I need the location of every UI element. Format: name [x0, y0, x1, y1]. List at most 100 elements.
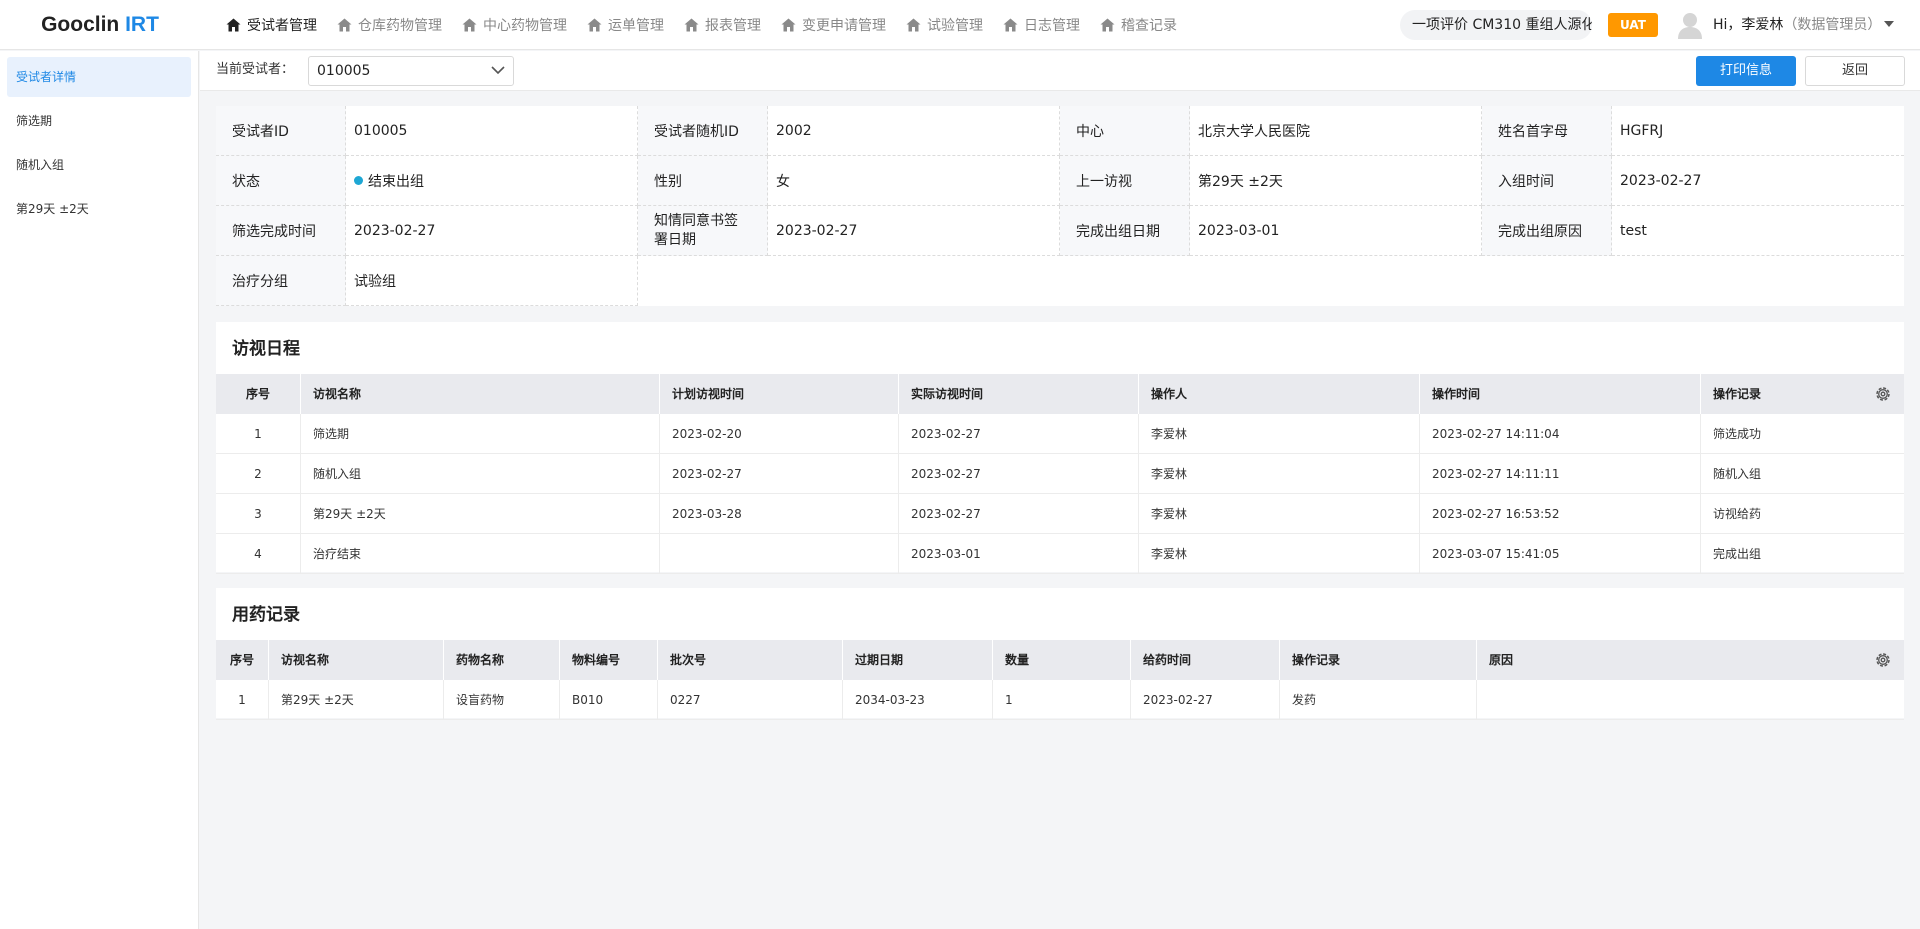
home-icon: [1100, 18, 1115, 31]
info-value-exit-date: 2023-03-01: [1190, 206, 1482, 256]
table-cell: 李爱林: [1138, 454, 1419, 494]
column-header: 序号: [229, 653, 254, 667]
settings-gear-icon[interactable]: [1874, 651, 1892, 669]
chevron-down-icon[interactable]: [1884, 21, 1894, 27]
subject-select-value: 010005: [317, 63, 371, 79]
info-label-center: 中心: [1060, 106, 1190, 156]
nav-item-label: 稽查记录: [1121, 17, 1177, 34]
info-value-random-id: 2002: [768, 106, 1060, 156]
table-cell: 筛选期: [300, 414, 659, 454]
project-selector[interactable]: 一项评价 CM310 重组人源化: [1400, 10, 1592, 40]
sidebar: 受试者详情 筛选期 随机入组 第29天 ±2天: [0, 51, 199, 929]
table-row[interactable]: 3 第29天 ±2天 2023-03-28 2023-02-27 李爱林 2023-02-…: [216, 494, 1904, 534]
sidebar-item-subject-detail[interactable]: 受试者详情: [7, 57, 191, 97]
table-cell: 1: [238, 693, 246, 707]
nav-item-3[interactable]: 运单管理: [577, 0, 674, 50]
back-button[interactable]: 返回: [1805, 56, 1905, 86]
column-header: 过期日期: [842, 640, 992, 680]
table-cell: 2023-03-07 15:41:05: [1419, 534, 1700, 574]
column-header: 访视名称: [268, 640, 443, 680]
column-header: 操作记录: [1279, 640, 1476, 680]
column-header: 操作人: [1138, 374, 1419, 414]
table-row[interactable]: 4 治疗结束 2023-03-01 李爱林 2023-03-07 15:41:05 完成出…: [216, 534, 1904, 574]
user-avatar-icon[interactable]: [1676, 10, 1704, 40]
table-cell: 1: [992, 680, 1130, 720]
visit-schedule-card: 访视日程 序号 访视名称 计划访视时间 实际访视时间 操作人 操作时间 操作记录 1 筛选期 2…: [216, 322, 1904, 574]
visit-table-header: 序号 访视名称 计划访视时间 实际访视时间 操作人 操作时间 操作记录: [216, 374, 1904, 414]
nav-item-label: 运单管理: [608, 17, 664, 34]
table-cell: 2023-03-28: [659, 494, 898, 534]
nav-item-6[interactable]: 试验管理: [896, 0, 993, 50]
column-header: 原因: [1476, 640, 1904, 680]
info-value-subject-id: 010005: [346, 106, 638, 156]
dosing-record-title: 用药记录: [232, 605, 300, 625]
user-menu[interactable]: Hi，李爱林（数据管理员）: [1713, 0, 1881, 50]
info-value-exit-reason: test: [1612, 206, 1904, 256]
home-icon: [462, 18, 477, 31]
nav-item-4[interactable]: 报表管理: [674, 0, 771, 50]
table-cell: 访视给药: [1700, 494, 1904, 534]
sidebar-item-randomization[interactable]: 随机入组: [7, 145, 191, 185]
nav-item-label: 中心药物管理: [483, 17, 567, 34]
table-row[interactable]: 2 随机入组 2023-02-27 2023-02-27 李爱林 2023-02-27 1…: [216, 454, 1904, 494]
table-cell: 2023-02-27 14:11:11: [1419, 454, 1700, 494]
table-cell: 0227: [657, 680, 842, 720]
info-value-initials: HGFRJ: [1612, 106, 1904, 156]
table-cell: 第29天 ±2天: [300, 494, 659, 534]
visit-schedule-title: 访视日程: [232, 339, 300, 359]
info-value-enroll-time: 2023-02-27: [1612, 156, 1904, 206]
home-icon: [684, 18, 699, 31]
column-header: 序号: [245, 387, 270, 401]
sidebar-item-screening[interactable]: 筛选期: [7, 101, 191, 141]
visit-table-body: 1 筛选期 2023-02-20 2023-02-27 李爱林 2023-02-27 14…: [216, 414, 1904, 574]
info-label-gender: 性别: [638, 156, 768, 206]
top-header: Gooclin IRT 受试者管理 仓库药物管理 中心药物管理 运单管理 报表管理 变更申…: [0, 0, 1920, 50]
nav-item-0[interactable]: 受试者管理: [216, 0, 327, 50]
nav-item-2[interactable]: 中心药物管理: [452, 0, 577, 50]
column-header: 物料编号: [559, 640, 657, 680]
column-header: 药物名称: [443, 640, 559, 680]
info-value-gender: 女: [768, 156, 1060, 206]
table-cell: 2023-02-27 16:53:52: [1419, 494, 1700, 534]
table-cell: 2023-02-27: [1130, 680, 1279, 720]
nav-item-label: 报表管理: [705, 17, 761, 34]
subject-select[interactable]: 010005: [308, 56, 514, 86]
consent-label-line1: 知情同意书签: [654, 212, 738, 229]
info-value-center: 北京大学人民医院: [1190, 106, 1482, 156]
nav-item-5[interactable]: 变更申请管理: [771, 0, 896, 50]
nav-item-8[interactable]: 稽查记录: [1090, 0, 1187, 50]
column-header: 实际访视时间: [898, 374, 1138, 414]
table-cell: 2: [254, 467, 262, 481]
nav-item-label: 变更申请管理: [802, 17, 886, 34]
table-cell: 治疗结束: [300, 534, 659, 574]
info-label-screen-done: 筛选完成时间: [216, 206, 346, 256]
nav-item-7[interactable]: 日志管理: [993, 0, 1090, 50]
sidebar-item-day29[interactable]: 第29天 ±2天: [7, 189, 191, 229]
info-label-enroll-time: 入组时间: [1482, 156, 1612, 206]
table-cell: 随机入组: [1700, 454, 1904, 494]
env-badge: UAT: [1608, 13, 1658, 37]
table-cell: 2023-03-01: [898, 534, 1138, 574]
info-value-group: 试验组: [346, 256, 638, 306]
column-header: 批次号: [657, 640, 842, 680]
table-cell: [659, 534, 898, 574]
table-cell: 设盲药物: [443, 680, 559, 720]
info-label-status: 状态: [216, 156, 346, 206]
table-cell: 2023-02-27: [898, 494, 1138, 534]
consent-label-line2: 署日期: [654, 231, 696, 248]
table-row[interactable]: 1 筛选期 2023-02-20 2023-02-27 李爱林 2023-02-27 14…: [216, 414, 1904, 454]
table-cell: 第29天 ±2天: [268, 680, 443, 720]
print-info-button[interactable]: 打印信息: [1696, 56, 1796, 86]
nav-item-label: 仓库药物管理: [358, 17, 442, 34]
table-row[interactable]: 1 第29天 ±2天 设盲药物 B010 0227 2034-03-23 1 2023-02-…: [216, 680, 1904, 720]
home-icon: [337, 18, 352, 31]
app-logo[interactable]: Gooclin IRT: [0, 13, 200, 37]
info-value-consent-date: 2023-02-27: [768, 206, 1060, 256]
home-icon: [587, 18, 602, 31]
table-cell: 李爱林: [1138, 414, 1419, 454]
table-cell: B010: [559, 680, 657, 720]
column-header: 给药时间: [1130, 640, 1279, 680]
settings-gear-icon[interactable]: [1874, 385, 1892, 403]
nav-item-1[interactable]: 仓库药物管理: [327, 0, 452, 50]
table-cell: 完成出组: [1700, 534, 1904, 574]
